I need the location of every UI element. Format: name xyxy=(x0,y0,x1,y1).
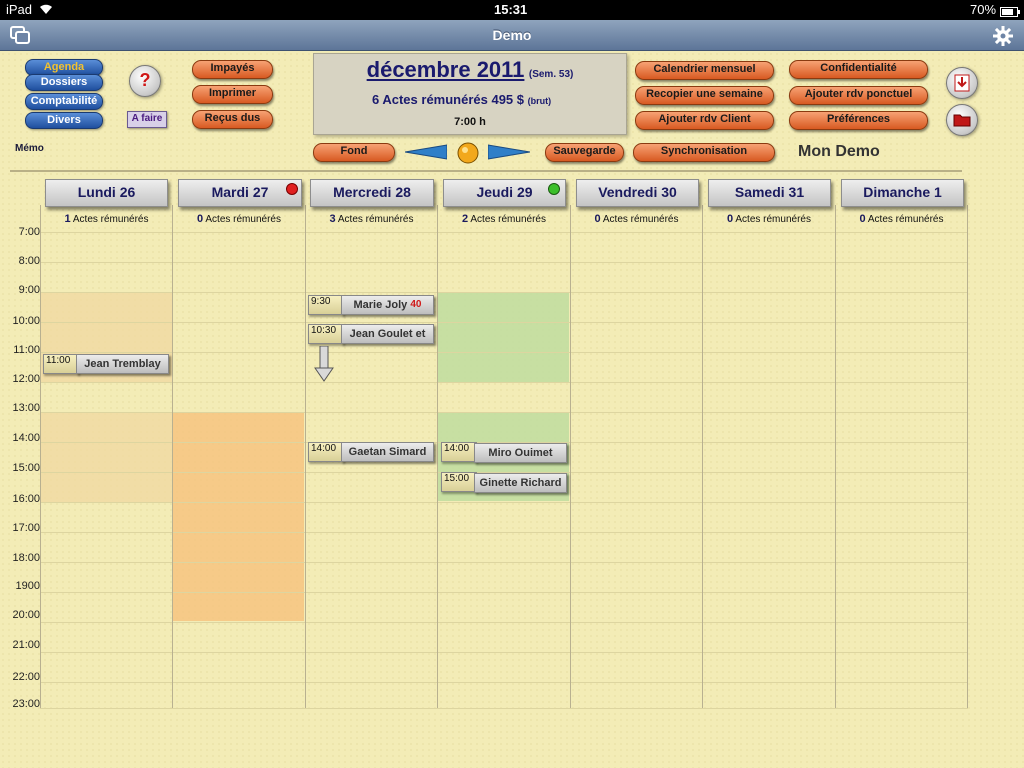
ajouter-rdv-client-button[interactable]: Ajouter rdv Client xyxy=(635,111,774,130)
appointment-time[interactable]: 14:00 xyxy=(441,442,477,462)
device-label: iPad xyxy=(6,2,33,17)
export-button[interactable] xyxy=(946,67,978,99)
battery-icon xyxy=(1000,5,1020,20)
earnings-summary: 6 Actes rémunérés 495 $ xyxy=(372,92,525,107)
next-arrow-icon[interactable] xyxy=(487,144,531,165)
hour-label: 9:00 xyxy=(18,284,40,296)
battery-percent: 70% xyxy=(970,2,997,17)
preferences-button[interactable]: Préférences xyxy=(789,111,928,130)
acts-count-samedi: 0 Actes rémunérés xyxy=(727,213,811,225)
acts-count-vendredi: 0 Actes rémunérés xyxy=(594,213,679,225)
day-header-label: Lundi 26 xyxy=(77,184,136,200)
calendrier-mensuel-button[interactable]: Calendrier mensuel xyxy=(635,61,774,80)
day-header-jeudi[interactable]: Jeudi 29 xyxy=(443,179,566,207)
start-time: 7:00 h xyxy=(454,116,486,128)
week-number: (Sem. 53) xyxy=(528,69,574,80)
day-header-label: Mercredi 28 xyxy=(333,184,411,200)
appointment-time[interactable]: 10:30 xyxy=(308,324,344,344)
month-header-card: décembre 2011 (Sem. 53) 6 Actes rémunéré… xyxy=(313,53,627,135)
appointment-jean-tremblay[interactable]: Jean Tremblay xyxy=(76,354,169,374)
appointment-marie-joly[interactable]: Marie Joly 40 xyxy=(341,295,434,315)
month-title-row: décembre 2011 (Sem. 53) xyxy=(314,57,626,83)
day-header-label: Samedi 31 xyxy=(734,184,805,200)
drag-down-arrow-icon[interactable] xyxy=(314,345,334,387)
ajouter-rdv-ponctuel-button[interactable]: Ajouter rdv ponctuel xyxy=(789,86,928,105)
hour-label: 23:00 xyxy=(12,698,40,710)
appointment-time[interactable]: 15:00 xyxy=(441,472,477,492)
fond-button[interactable]: Fond xyxy=(313,143,395,162)
day-header-label: Mardi 27 xyxy=(211,184,269,200)
hour-label: 11:00 xyxy=(13,344,40,356)
hour-label: 12:00 xyxy=(12,373,40,385)
day-header-mercredi[interactable]: Mercredi 28 xyxy=(310,179,434,207)
status-dot-green-icon xyxy=(548,183,560,195)
navigation-bar: Demo xyxy=(0,20,1024,51)
user-name: Mon Demo xyxy=(798,143,880,160)
header-divider xyxy=(10,170,962,172)
recus-dus-button[interactable]: Reçus dus xyxy=(192,110,273,129)
hour-label: 18:00 xyxy=(12,552,40,564)
day-header-label: Jeudi 29 xyxy=(476,184,533,200)
appointment-jean-goulet[interactable]: Jean Goulet et xyxy=(341,324,434,344)
settings-gear-icon[interactable] xyxy=(992,25,1014,52)
impayes-button[interactable]: Impayés xyxy=(192,60,273,79)
appointment-time[interactable]: 9:30 xyxy=(308,295,344,315)
acts-count-dimanche: 0 Actes rémunérés xyxy=(859,213,944,225)
status-dot-red-icon xyxy=(286,183,298,195)
hour-label: 20:00 xyxy=(12,609,40,621)
day-header-samedi[interactable]: Samedi 31 xyxy=(708,179,831,207)
help-question-icon: ? xyxy=(139,70,151,90)
today-circle-icon[interactable] xyxy=(457,142,479,169)
menu-dossiers[interactable]: Dossiers xyxy=(25,74,103,91)
status-bar: iPad 15:31 70% xyxy=(0,0,1024,20)
hour-label: 21:00 xyxy=(12,639,40,651)
previous-arrow-icon[interactable] xyxy=(404,144,448,165)
hour-label: 16:00 xyxy=(12,493,40,505)
imprimer-button[interactable]: Imprimer xyxy=(192,85,273,104)
sauvegarde-button[interactable]: Sauvegarde xyxy=(545,143,624,162)
day-header-label: Vendredi 30 xyxy=(598,184,677,200)
summary-row: 6 Actes rémunérés 495 $ (brut) xyxy=(372,92,551,107)
menu-divers[interactable]: Divers xyxy=(25,112,103,129)
day-header-mardi[interactable]: Mardi 27 xyxy=(178,179,302,207)
hour-label: 10:00 xyxy=(12,315,40,327)
wifi-icon xyxy=(38,1,54,18)
appointment-extra-badge: 40 xyxy=(410,299,422,310)
acts-count-mercredi: 3 Actes rémunérés xyxy=(329,213,414,225)
month-title: décembre 2011 xyxy=(366,57,525,82)
download-arrow-icon xyxy=(954,74,970,97)
day-header-dimanche[interactable]: Dimanche 1 xyxy=(841,179,964,207)
day-header-vendredi[interactable]: Vendredi 30 xyxy=(576,179,699,207)
menu-comptabilite[interactable]: Comptabilité xyxy=(25,93,103,110)
hour-label: 7:00 xyxy=(18,226,40,238)
appointment-miro-ouimet[interactable]: Miro Ouimet xyxy=(474,443,567,463)
folder-button[interactable] xyxy=(946,104,978,136)
acts-count-lundi: 1 Actes rémunérés xyxy=(64,213,149,225)
confidentialite-button[interactable]: Confidentialité xyxy=(789,60,928,79)
appointment-ginette-richard[interactable]: Ginette Richard xyxy=(474,473,567,493)
appointment-gaetan-simard[interactable]: Gaetan Simard xyxy=(341,442,434,462)
help-button[interactable]: ? xyxy=(129,65,161,97)
a-faire-button[interactable]: A faire xyxy=(127,111,167,128)
earnings-note: (brut) xyxy=(527,96,552,106)
hour-label: 13:00 xyxy=(12,402,40,414)
hour-label: 17:00 xyxy=(12,522,40,534)
day-header-label: Dimanche 1 xyxy=(863,184,942,200)
synchronisation-button[interactable]: Synchronisation xyxy=(633,143,775,162)
hour-label: 1900 xyxy=(15,580,40,592)
folder-icon xyxy=(953,113,971,132)
acts-count-jeudi: 2 Actes rémunérés xyxy=(462,213,546,225)
appointment-time[interactable]: 11:00 xyxy=(43,354,79,374)
memo-label[interactable]: Mémo xyxy=(15,143,44,154)
hour-label: 15:00 xyxy=(12,462,40,474)
nav-title: Demo xyxy=(492,27,532,43)
recopier-semaine-button[interactable]: Recopier une semaine xyxy=(635,86,774,105)
hour-label: 8:00 xyxy=(18,255,40,267)
hour-label: 14:00 xyxy=(12,432,40,444)
day-header-lundi[interactable]: Lundi 26 xyxy=(45,179,168,207)
clock: 15:31 xyxy=(494,2,528,17)
appointment-time[interactable]: 14:00 xyxy=(308,442,344,462)
hour-label: 22:00 xyxy=(12,671,40,683)
acts-count-mardi: 0 Actes rémunérés xyxy=(197,213,281,225)
